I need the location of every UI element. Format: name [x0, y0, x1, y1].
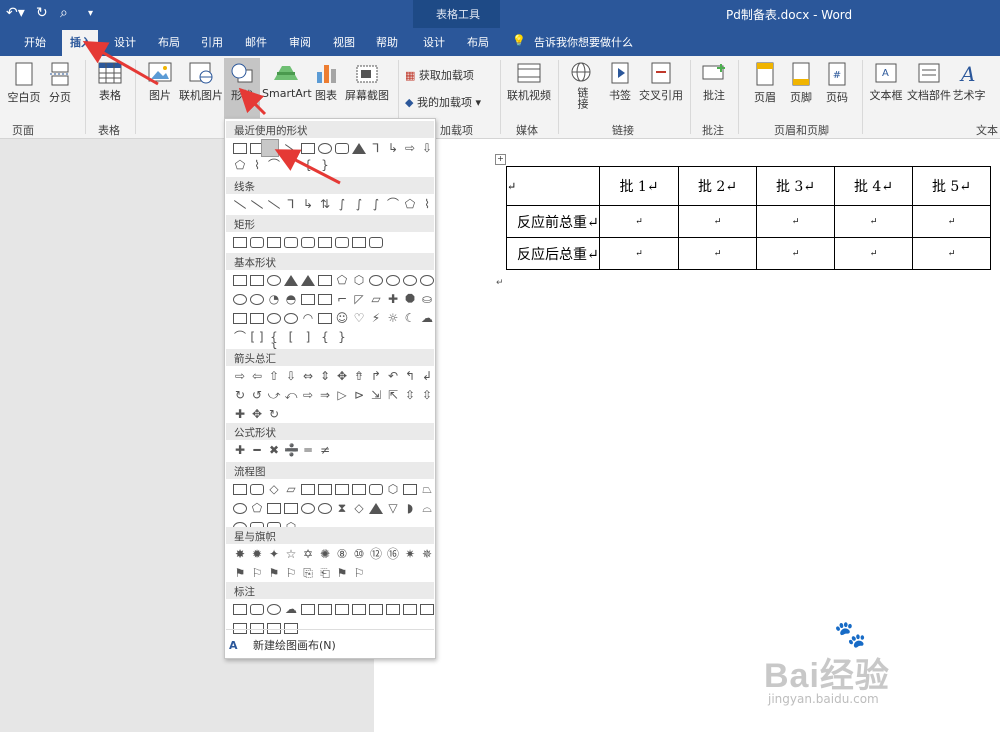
paw-logo-icon: 🐾 [834, 620, 867, 650]
watermark-brand: Bai经验 [764, 657, 890, 695]
arrow-to-shapes-button [238, 87, 267, 116]
watermark-url: jingyan.baidu.com [768, 692, 879, 706]
baidu-watermark: 🐾 Bai经验 jingyan.baidu.com [764, 620, 984, 720]
arrow-to-line-shape [274, 149, 341, 185]
arrow-to-insert-tab [82, 41, 159, 86]
